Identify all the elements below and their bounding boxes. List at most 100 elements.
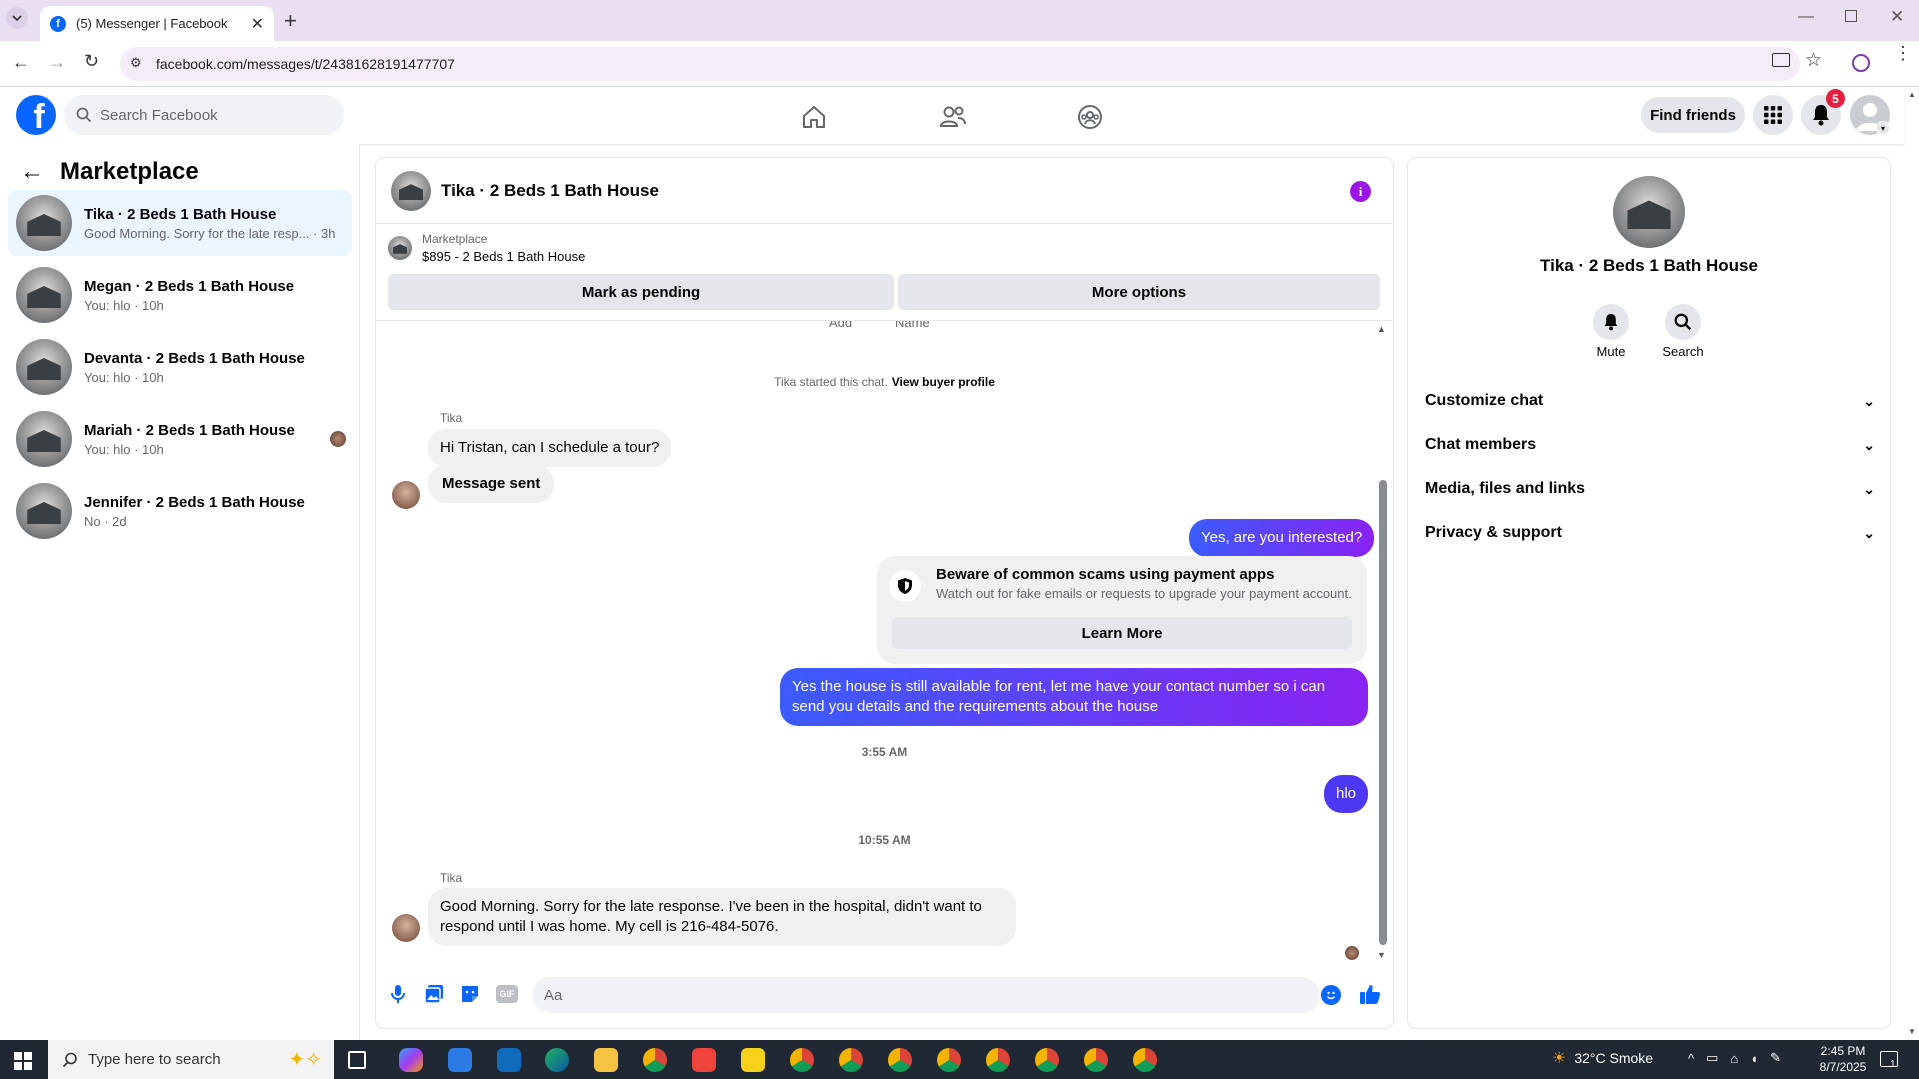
scrollbar-up-arrow[interactable]: ▲ [1377,324,1386,334]
restore-window-icon[interactable] [1845,10,1857,22]
volume-icon[interactable]: ◖ [1750,1051,1758,1066]
sender-name: Tika [440,871,463,885]
browser-menu-icon[interactable]: ⋮ [1894,44,1912,62]
windows-start-icon[interactable] [14,1052,32,1070]
outgoing-message[interactable]: Yes the house is still available for ren… [780,668,1368,726]
profile-icon[interactable] [1852,54,1870,72]
listing-thumbnail [16,195,72,251]
page-scrollbar-up[interactable]: ▲ [1908,90,1916,99]
nav-home[interactable] [758,99,870,135]
sticker-icon[interactable] [460,984,480,1004]
taskbar-search-input[interactable]: Type here to search ✦✧ [48,1040,334,1079]
conversation-item[interactable]: Megan · 2 Beds 1 Bath House You: hlo · 1… [8,262,352,328]
chrome-profile-icon[interactable] [986,1048,1010,1072]
minimize-window-icon[interactable]: — [1798,8,1814,26]
photo-icon[interactable] [424,984,444,1004]
sender-avatar[interactable] [392,914,420,942]
conversation-item[interactable]: Tika · 2 Beds 1 Bath House Good Morning.… [8,190,352,256]
page-scrollbar-down[interactable]: ▼ [1908,1027,1916,1036]
search-facebook-input[interactable]: Search Facebook [64,95,344,135]
browser-tab[interactable]: f (5) Messenger | Facebook ✕ [40,6,274,41]
clock[interactable]: 2:45 PM 8/7/2025 [1814,1043,1872,1075]
conversation-item[interactable]: Jennifer · 2 Beds 1 Bath House No · 2d [8,478,352,544]
learn-more-button[interactable]: Learn More [892,617,1352,649]
chrome-profile-icon[interactable] [937,1048,961,1072]
close-tab-icon[interactable]: ✕ [251,14,264,34]
back-icon[interactable]: ← [12,52,30,73]
edge-icon[interactable] [545,1048,569,1072]
site-info-icon[interactable]: ⚙ [130,55,142,71]
more-options-button[interactable]: More options [898,274,1380,310]
chrome-icon[interactable] [643,1048,667,1072]
bookmark-star-icon[interactable]: ☆ [1805,49,1822,72]
privacy-support-section[interactable]: Privacy & support ⌄ [1425,515,1875,551]
info-panel-avatar[interactable] [1613,176,1685,248]
sender-avatar[interactable] [392,481,420,509]
timestamp: 3:55 AM [861,745,908,759]
conversation-item[interactable]: Devanta · 2 Beds 1 Bath House You: hlo ·… [8,334,352,400]
info-icon[interactable]: i [1350,181,1371,202]
gif-icon[interactable]: GIF [496,985,518,1003]
anydesk-icon[interactable] [692,1048,716,1072]
chrome-profile-icon[interactable] [1084,1048,1108,1072]
microphone-icon[interactable] [390,984,406,1004]
tab-search-button[interactable] [6,7,28,29]
customize-chat-section[interactable]: Customize chat ⌄ [1425,383,1875,419]
store-icon[interactable] [448,1048,472,1072]
pen-icon[interactable]: ✎ [1770,1050,1781,1066]
chrome-profile-icon[interactable] [839,1048,863,1072]
view-buyer-profile-link[interactable]: View buyer profile [892,375,995,389]
url-bar[interactable]: ⚙ facebook.com/messages/t/24381628191477… [120,47,1800,81]
scrollbar-thumb[interactable] [1379,480,1387,945]
sticky-notes-icon[interactable] [741,1048,765,1072]
chrome-profile-icon[interactable] [1035,1048,1059,1072]
conversation-item[interactable]: Mariah · 2 Beds 1 Bath House You: hlo · … [8,406,352,472]
scrollbar-down-arrow[interactable]: ▼ [1377,950,1386,960]
message-input[interactable]: Aa [532,977,1320,1013]
mark-as-pending-button[interactable]: Mark as pending [388,274,894,310]
cut-off-label-add: Add [829,321,853,330]
chrome-profile-icon[interactable] [888,1048,912,1072]
install-app-icon[interactable] [1772,53,1790,67]
system-tray[interactable]: ^ ▭ ⌂ ◖ ✎ [1688,1050,1781,1066]
back-arrow-icon[interactable]: ← [20,158,44,186]
incoming-message[interactable]: Good Morning. Sorry for the late respons… [428,888,1016,946]
mute-button[interactable] [1593,304,1629,340]
outgoing-message[interactable]: hlo [1324,775,1369,813]
account-chevron-icon[interactable]: ▾ [1876,121,1890,135]
incoming-message[interactable]: Hi Tristan, can I schedule a tour? [428,429,672,467]
emoji-icon[interactable] [1321,985,1341,1005]
outlook-icon[interactable] [497,1048,521,1072]
chat-members-section[interactable]: Chat members ⌄ [1425,427,1875,463]
chrome-profile-icon[interactable] [1133,1048,1157,1072]
thumbs-up-icon[interactable] [1359,983,1381,1005]
facebook-logo[interactable]: f [16,95,56,135]
find-friends-button[interactable]: Find friends [1641,97,1745,133]
battery-icon[interactable]: ▭ [1706,1050,1718,1066]
chat-title[interactable]: Tika · 2 Beds 1 Bath House [441,181,659,201]
chevron-up-icon[interactable]: ^ [1688,1051,1694,1066]
nav-groups[interactable] [1034,99,1146,135]
incoming-message[interactable]: Message sent [428,465,555,503]
listing-info[interactable]: Marketplace $895 - 2 Beds 1 Bath House [388,232,585,264]
chrome-profile-icon[interactable] [790,1048,814,1072]
clock-date: 8/7/2025 [1819,1060,1867,1074]
mute-label: Mute [1596,344,1626,359]
gif-label: GIF [499,989,515,999]
outgoing-message[interactable]: Yes, are you interested? [1189,519,1375,557]
forward-icon[interactable]: → [48,52,66,73]
close-window-icon[interactable]: ✕ [1890,7,1904,27]
media-files-links-section[interactable]: Media, files and links ⌄ [1425,471,1875,507]
weather-widget[interactable]: ☀ 32°C Smoke [1552,1048,1653,1068]
file-explorer-icon[interactable] [594,1048,618,1072]
menu-button[interactable] [1753,95,1793,135]
chat-avatar[interactable] [391,170,431,211]
task-view-icon[interactable] [348,1051,366,1069]
search-chat-button[interactable] [1665,304,1701,340]
nav-friends[interactable] [897,99,1009,135]
network-icon[interactable]: ⌂ [1730,1051,1738,1066]
conversation-preview: You: hlo · 10h [84,369,164,385]
reload-icon[interactable]: ↻ [84,51,99,72]
copilot-icon[interactable] [399,1048,423,1072]
new-tab-button[interactable]: + [284,8,297,34]
